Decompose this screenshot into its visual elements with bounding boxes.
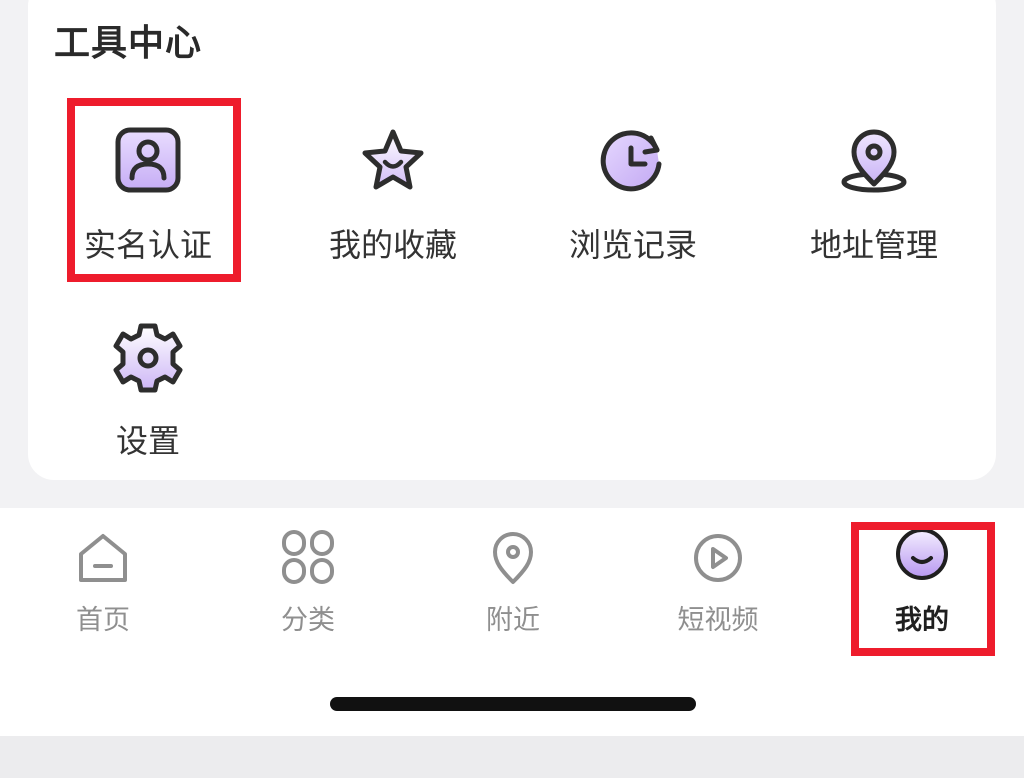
tab-label: 首页 [76,605,130,636]
tool-center-title: 工具中心 [54,23,203,64]
grid-icon [282,530,334,584]
home-icon [79,534,127,582]
highlight-tab-mine [851,522,995,656]
home-indicator[interactable] [330,697,696,711]
tool-label: 地址管理 [809,226,938,264]
tab-category[interactable]: 分类 [233,528,383,638]
location-pin-icon [841,129,907,193]
tool-label: 我的收藏 [328,226,457,264]
play-icon [694,534,742,582]
tool-address-management[interactable]: 地址管理 [784,124,964,274]
highlight-real-name-auth [67,98,241,282]
tool-label: 浏览记录 [568,226,697,264]
tab-short-video[interactable]: 短视频 [643,528,793,638]
tab-label: 短视频 [677,605,759,636]
gear-icon [113,323,183,393]
tab-label: 附近 [486,605,540,636]
star-icon [362,129,424,190]
tool-settings[interactable]: 设置 [58,320,238,470]
tool-label: 设置 [115,422,180,460]
tool-browse-history[interactable]: 浏览记录 [543,124,723,274]
history-clock-icon [600,130,662,192]
tab-nearby[interactable]: 附近 [438,528,588,638]
tab-home[interactable]: 首页 [28,528,178,638]
tab-label: 分类 [281,605,335,636]
location-icon [493,532,533,584]
bottom-strip [0,736,1024,778]
tool-my-favorites[interactable]: 我的收藏 [303,124,483,274]
